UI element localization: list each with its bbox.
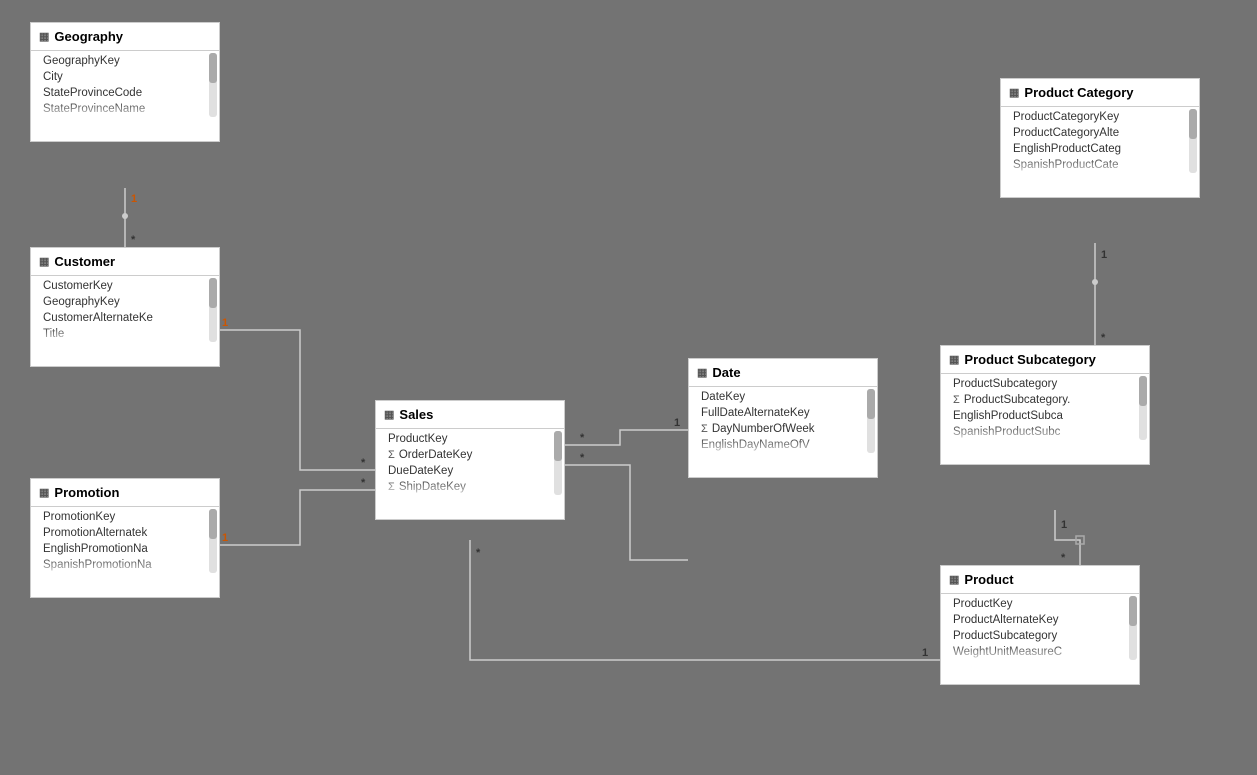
- table-product-header: ▦ Product: [941, 566, 1139, 594]
- svg-text:1: 1: [1061, 519, 1067, 531]
- field-orderdatekey: Σ OrderDateKey: [376, 447, 564, 463]
- table-promotion-title: Promotion: [54, 485, 119, 500]
- field-englishproductsubca: EnglishProductSubca: [941, 408, 1149, 424]
- field-englishpromotion: EnglishPromotionNa: [31, 541, 219, 557]
- table-date-body: DateKey FullDateAlternateKey Σ DayNumber…: [689, 387, 877, 455]
- table-date[interactable]: ▦ Date DateKey FullDateAlternateKey Σ Da…: [688, 358, 878, 478]
- field-city: City: [31, 69, 219, 85]
- table-geography-title: Geography: [54, 29, 123, 44]
- svg-text:1: 1: [674, 417, 680, 429]
- field-daynumberofweek: Σ DayNumberOfWeek: [689, 421, 877, 437]
- svg-text:1: 1: [131, 193, 137, 205]
- scrollbar-product-category[interactable]: [1189, 109, 1197, 173]
- table-icon-customer: ▦: [39, 255, 49, 268]
- table-icon-date: ▦: [697, 366, 707, 379]
- field-productcategorykey: ProductCategoryKey: [1001, 109, 1199, 125]
- table-product-title: Product: [964, 572, 1013, 587]
- table-promotion-header: ▦ Promotion: [31, 479, 219, 507]
- svg-text:*: *: [580, 432, 585, 444]
- table-promotion-body: PromotionKey PromotionAlternatek English…: [31, 507, 219, 575]
- svg-text:*: *: [1101, 332, 1106, 344]
- fade-bottom-customer: [31, 326, 219, 344]
- table-sales[interactable]: ▦ Sales ProductKey Σ OrderDateKey DueDat…: [375, 400, 565, 520]
- table-geography[interactable]: ▦ Geography GeographyKey City StateProvi…: [30, 22, 220, 142]
- svg-text:*: *: [361, 457, 366, 469]
- field-englishproductcateg: EnglishProductCateg: [1001, 141, 1199, 157]
- table-customer-title: Customer: [54, 254, 115, 269]
- scrollbar-customer[interactable]: [209, 278, 217, 342]
- table-product-subcategory[interactable]: ▦ Product Subcategory ProductSubcategory…: [940, 345, 1150, 465]
- field-productalternatekey: ProductAlternateKey: [941, 612, 1139, 628]
- scrollbar-geography[interactable]: [209, 53, 217, 117]
- table-geography-header: ▦ Geography: [31, 23, 219, 51]
- svg-text:*: *: [361, 477, 366, 489]
- table-product-category-body: ProductCategoryKey ProductCategoryAlte E…: [1001, 107, 1199, 175]
- table-icon-product-category: ▦: [1009, 86, 1019, 99]
- field-duedatekey: DueDateKey: [376, 463, 564, 479]
- field-productkey: ProductKey: [376, 431, 564, 447]
- svg-text:1: 1: [1101, 249, 1107, 261]
- table-product-category-title: Product Category: [1024, 85, 1133, 100]
- field-promotionkey: PromotionKey: [31, 509, 219, 525]
- scrollbar-product-subcategory[interactable]: [1139, 376, 1147, 440]
- table-icon-product-subcategory: ▦: [949, 353, 959, 366]
- fade-bottom-product-subcategory: [941, 424, 1149, 442]
- fade-bottom-promotion: [31, 557, 219, 575]
- svg-text:1: 1: [922, 647, 928, 659]
- field-customeralternate: CustomerAlternateKe: [31, 310, 219, 326]
- field-stateprovincecode: StateProvinceCode: [31, 85, 219, 101]
- table-icon-geography: ▦: [39, 30, 49, 43]
- scrollbar-sales[interactable]: [554, 431, 562, 495]
- table-sales-body: ProductKey Σ OrderDateKey DueDateKey Σ S…: [376, 429, 564, 497]
- table-product-category-header: ▦ Product Category: [1001, 79, 1199, 107]
- table-sales-title: Sales: [399, 407, 433, 422]
- fade-bottom-sales: [376, 479, 564, 497]
- svg-text:*: *: [476, 547, 481, 559]
- table-product-subcategory-header: ▦ Product Subcategory: [941, 346, 1149, 374]
- fade-bottom-product: [941, 644, 1139, 662]
- table-icon-sales: ▦: [384, 408, 394, 421]
- fade-bottom-date: [689, 437, 877, 455]
- fade-bottom: [31, 101, 219, 119]
- field-productsubcategory: ProductSubcategory: [941, 376, 1149, 392]
- field-datekey: DateKey: [689, 389, 877, 405]
- field-product-productkey: ProductKey: [941, 596, 1139, 612]
- table-product-subcategory-body: ProductSubcategory Σ ProductSubcategory.…: [941, 374, 1149, 442]
- table-geography-body: GeographyKey City StateProvinceCode Stat…: [31, 51, 219, 119]
- field-customerkey: CustomerKey: [31, 278, 219, 294]
- scrollbar-promotion[interactable]: [209, 509, 217, 573]
- fade-bottom-product-category: [1001, 157, 1199, 175]
- field-productsubcategory-sigma: Σ ProductSubcategory.: [941, 392, 1149, 408]
- field-product-productsubcategory: ProductSubcategory: [941, 628, 1139, 644]
- table-date-title: Date: [712, 365, 740, 380]
- table-customer-body: CustomerKey GeographyKey CustomerAlterna…: [31, 276, 219, 344]
- svg-text:1: 1: [222, 532, 228, 544]
- table-promotion[interactable]: ▦ Promotion PromotionKey PromotionAltern…: [30, 478, 220, 598]
- svg-text:*: *: [1061, 552, 1066, 564]
- svg-text:*: *: [580, 452, 585, 464]
- table-product-category[interactable]: ▦ Product Category ProductCategoryKey Pr…: [1000, 78, 1200, 198]
- table-product-body: ProductKey ProductAlternateKey ProductSu…: [941, 594, 1139, 662]
- scrollbar-product[interactable]: [1129, 596, 1137, 660]
- svg-text:1: 1: [222, 317, 228, 329]
- table-icon-promotion: ▦: [39, 486, 49, 499]
- field-customer-geographykey: GeographyKey: [31, 294, 219, 310]
- table-icon-product: ▦: [949, 573, 959, 586]
- table-sales-header: ▦ Sales: [376, 401, 564, 429]
- field-fulldatealternatekey: FullDateAlternateKey: [689, 405, 877, 421]
- field-promotionalternate: PromotionAlternatek: [31, 525, 219, 541]
- table-customer-header: ▦ Customer: [31, 248, 219, 276]
- diagram-canvas: 1 * 1 * 1 * * 1 * * 1 1 *: [0, 0, 1257, 775]
- field-productcategoryalte: ProductCategoryAlte: [1001, 125, 1199, 141]
- table-date-header: ▦ Date: [689, 359, 877, 387]
- table-product-subcategory-title: Product Subcategory: [964, 352, 1095, 367]
- svg-text:*: *: [131, 234, 136, 246]
- scrollbar-date[interactable]: [867, 389, 875, 453]
- table-customer[interactable]: ▦ Customer CustomerKey GeographyKey Cust…: [30, 247, 220, 367]
- field-geographykey: GeographyKey: [31, 53, 219, 69]
- table-product[interactable]: ▦ Product ProductKey ProductAlternateKey…: [940, 565, 1140, 685]
